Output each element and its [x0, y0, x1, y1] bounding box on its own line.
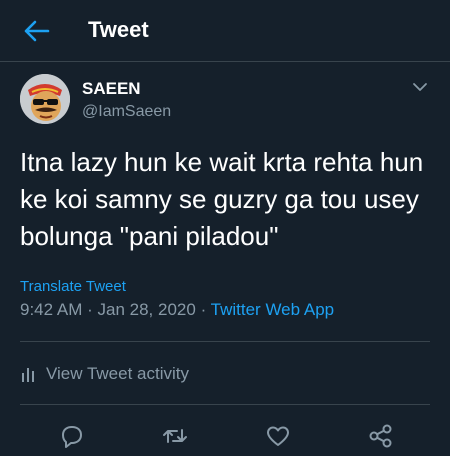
- top-bar: Tweet: [0, 0, 450, 62]
- share-icon: [369, 424, 392, 448]
- reply-button[interactable]: [57, 421, 87, 451]
- back-button[interactable]: [22, 16, 52, 46]
- avatar-image: [20, 74, 70, 124]
- page-title: Tweet: [88, 17, 149, 42]
- heart-icon: [267, 426, 289, 446]
- tweet-date: Jan 28, 2020: [97, 300, 196, 319]
- retweet-button[interactable]: [160, 421, 190, 451]
- tweet-text: Itna lazy hun ke wait krta rehta hun ke …: [20, 147, 424, 251]
- author-name[interactable]: SAEEN: [82, 79, 141, 99]
- tweet-source-link[interactable]: Twitter Web App: [211, 300, 334, 319]
- arrow-left-icon: [24, 20, 50, 42]
- comment-icon: [62, 426, 82, 448]
- tweet-meta: 9:42 AM · Jan 28, 2020 · Twitter Web App: [20, 299, 334, 321]
- divider: [20, 404, 430, 405]
- retweet-icon: [163, 429, 187, 443]
- tweet-time: 9:42 AM: [20, 300, 83, 319]
- view-activity-link[interactable]: View Tweet activity: [20, 362, 189, 386]
- like-button[interactable]: [263, 421, 293, 451]
- author-handle[interactable]: @IamSaeen: [82, 102, 171, 122]
- more-options-button[interactable]: [410, 80, 430, 94]
- avatar[interactable]: [20, 74, 70, 124]
- share-button[interactable]: [366, 421, 396, 451]
- chevron-down-icon: [413, 83, 427, 91]
- view-activity-label: View Tweet activity: [46, 364, 189, 383]
- meta-separator: ·: [200, 300, 207, 319]
- meta-separator: ·: [87, 300, 93, 319]
- divider: [20, 341, 430, 342]
- bar-chart-icon: [22, 368, 34, 382]
- translate-tweet-link[interactable]: Translate Tweet: [20, 277, 126, 297]
